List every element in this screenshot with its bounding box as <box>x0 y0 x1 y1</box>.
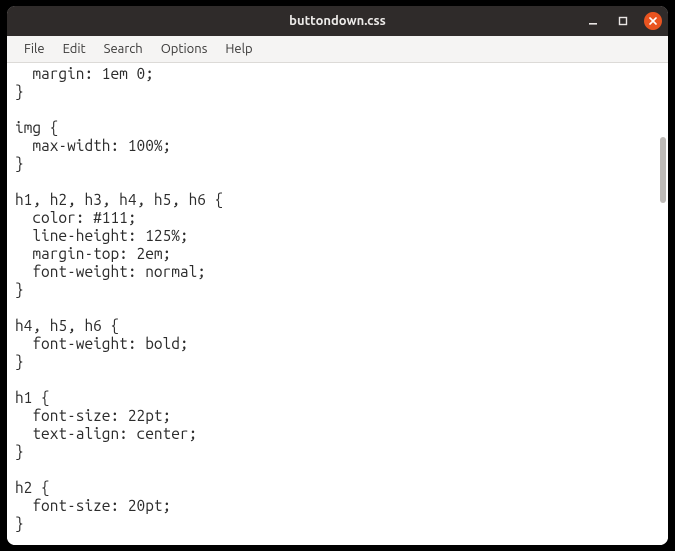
menu-search[interactable]: Search <box>95 39 152 59</box>
menu-options[interactable]: Options <box>152 39 217 59</box>
titlebar: buttondown.css <box>7 6 668 36</box>
app-window: buttondown.css File Edit Search <box>7 6 668 545</box>
menubar: File Edit Search Options Help <box>7 36 668 63</box>
window-title: buttondown.css <box>289 14 386 28</box>
editor-area: margin: 1em 0; } img { max-width: 100%; … <box>7 63 668 545</box>
menu-edit[interactable]: Edit <box>54 39 95 59</box>
maximize-icon <box>618 16 628 26</box>
close-icon <box>648 16 658 26</box>
close-button[interactable] <box>644 12 662 30</box>
code-editor[interactable]: margin: 1em 0; } img { max-width: 100%; … <box>7 63 668 545</box>
window-controls <box>584 6 662 36</box>
menu-help[interactable]: Help <box>216 39 261 59</box>
maximize-button[interactable] <box>614 12 632 30</box>
code-content[interactable]: margin: 1em 0; } img { max-width: 100%; … <box>15 63 668 543</box>
minimize-icon <box>588 16 598 26</box>
minimize-button[interactable] <box>584 12 602 30</box>
menu-file[interactable]: File <box>15 39 54 59</box>
